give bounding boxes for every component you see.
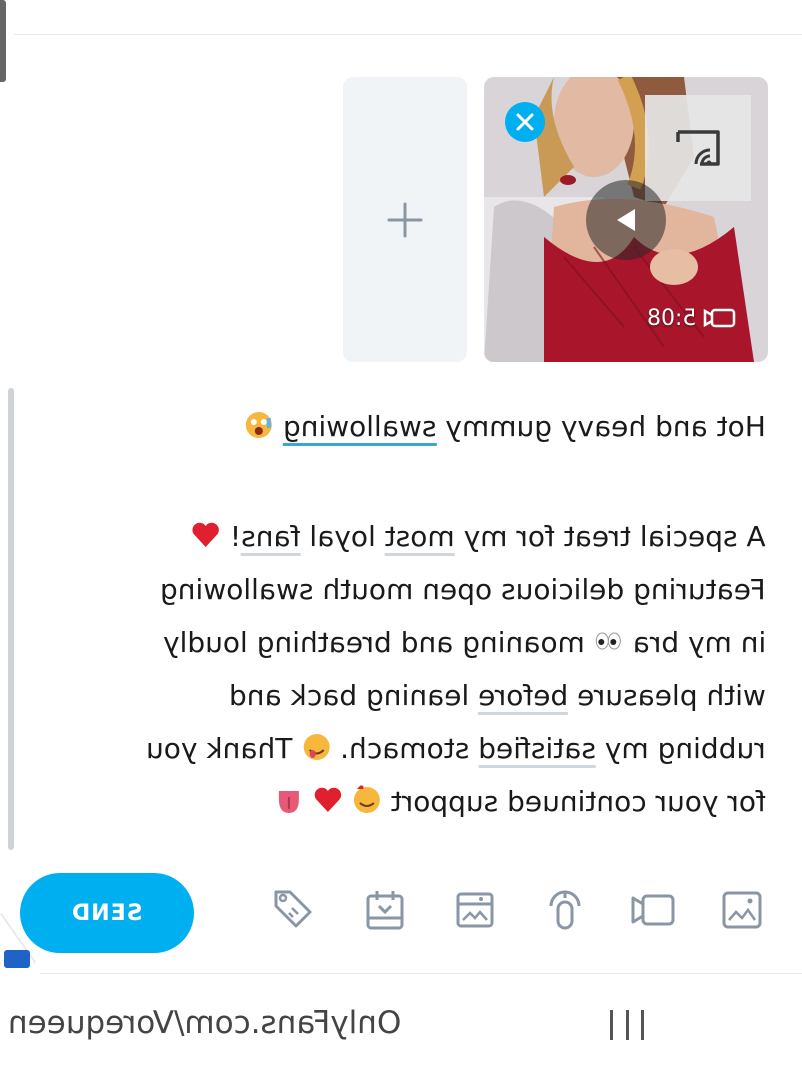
caption-line-5: rubbing my satisfied stomach. Thank you xyxy=(146,732,766,768)
video-camera-icon xyxy=(704,308,736,328)
caption-line-6: for your continued support xyxy=(274,785,766,818)
red-heart-emoji xyxy=(313,785,343,815)
browser-url[interactable]: OnlyFans.com/Vorequeen xyxy=(8,1005,401,1041)
play-button[interactable] xyxy=(586,180,666,260)
price-tag-icon xyxy=(274,890,312,928)
video-duration: 5:08 xyxy=(647,304,736,332)
red-heart-emoji xyxy=(191,520,221,550)
smiling-hearts-emoji xyxy=(352,785,382,815)
mic-icon xyxy=(549,890,581,930)
send-button-label: SEND xyxy=(71,900,143,926)
plus-icon xyxy=(387,202,423,237)
lock-icon xyxy=(4,950,30,968)
voice-message-button[interactable] xyxy=(543,888,587,932)
image-icon xyxy=(722,891,762,929)
close-icon xyxy=(516,113,534,131)
gallery-icon xyxy=(456,892,494,928)
menu-icon[interactable] xyxy=(610,1010,644,1040)
price-tag-button[interactable] xyxy=(272,888,316,932)
schedule-button[interactable] xyxy=(363,888,407,932)
cast-icon xyxy=(676,130,720,166)
caption-line-3: in my bra moaning and breathing loudly xyxy=(162,626,766,659)
window-edge xyxy=(0,0,6,82)
caption-line-4: with pleasure before leaning back and xyxy=(229,679,766,715)
caption-line-1: A special treat for my most loyal fans! xyxy=(191,520,766,556)
play-icon xyxy=(617,209,635,231)
caption-line-2: Featuring delicious open mouth swallowin… xyxy=(160,573,766,606)
duration-label: 5:08 xyxy=(647,305,697,331)
gallery-button[interactable] xyxy=(453,888,497,932)
image-button[interactable] xyxy=(720,888,764,932)
video-button[interactable] xyxy=(631,888,675,932)
bottom-divider xyxy=(40,973,802,974)
text-scrollbar[interactable] xyxy=(8,388,14,850)
dizzy-face-emoji xyxy=(244,410,274,440)
calendar-icon xyxy=(366,891,404,930)
cast-button[interactable] xyxy=(645,95,751,201)
caption-title-text: Hot and heavy gummy swallowing xyxy=(283,410,766,446)
caption-line-title[interactable]: Hot and heavy gummy swallowing xyxy=(244,410,766,446)
eyes-emoji xyxy=(593,626,623,656)
yum-emoji xyxy=(302,732,332,762)
add-media-button[interactable] xyxy=(343,77,467,362)
tongue-emoji xyxy=(274,785,304,815)
top-divider xyxy=(14,34,802,35)
video-icon xyxy=(631,894,675,926)
send-button[interactable]: SEND xyxy=(20,873,194,953)
remove-attachment-button[interactable] xyxy=(505,102,545,142)
